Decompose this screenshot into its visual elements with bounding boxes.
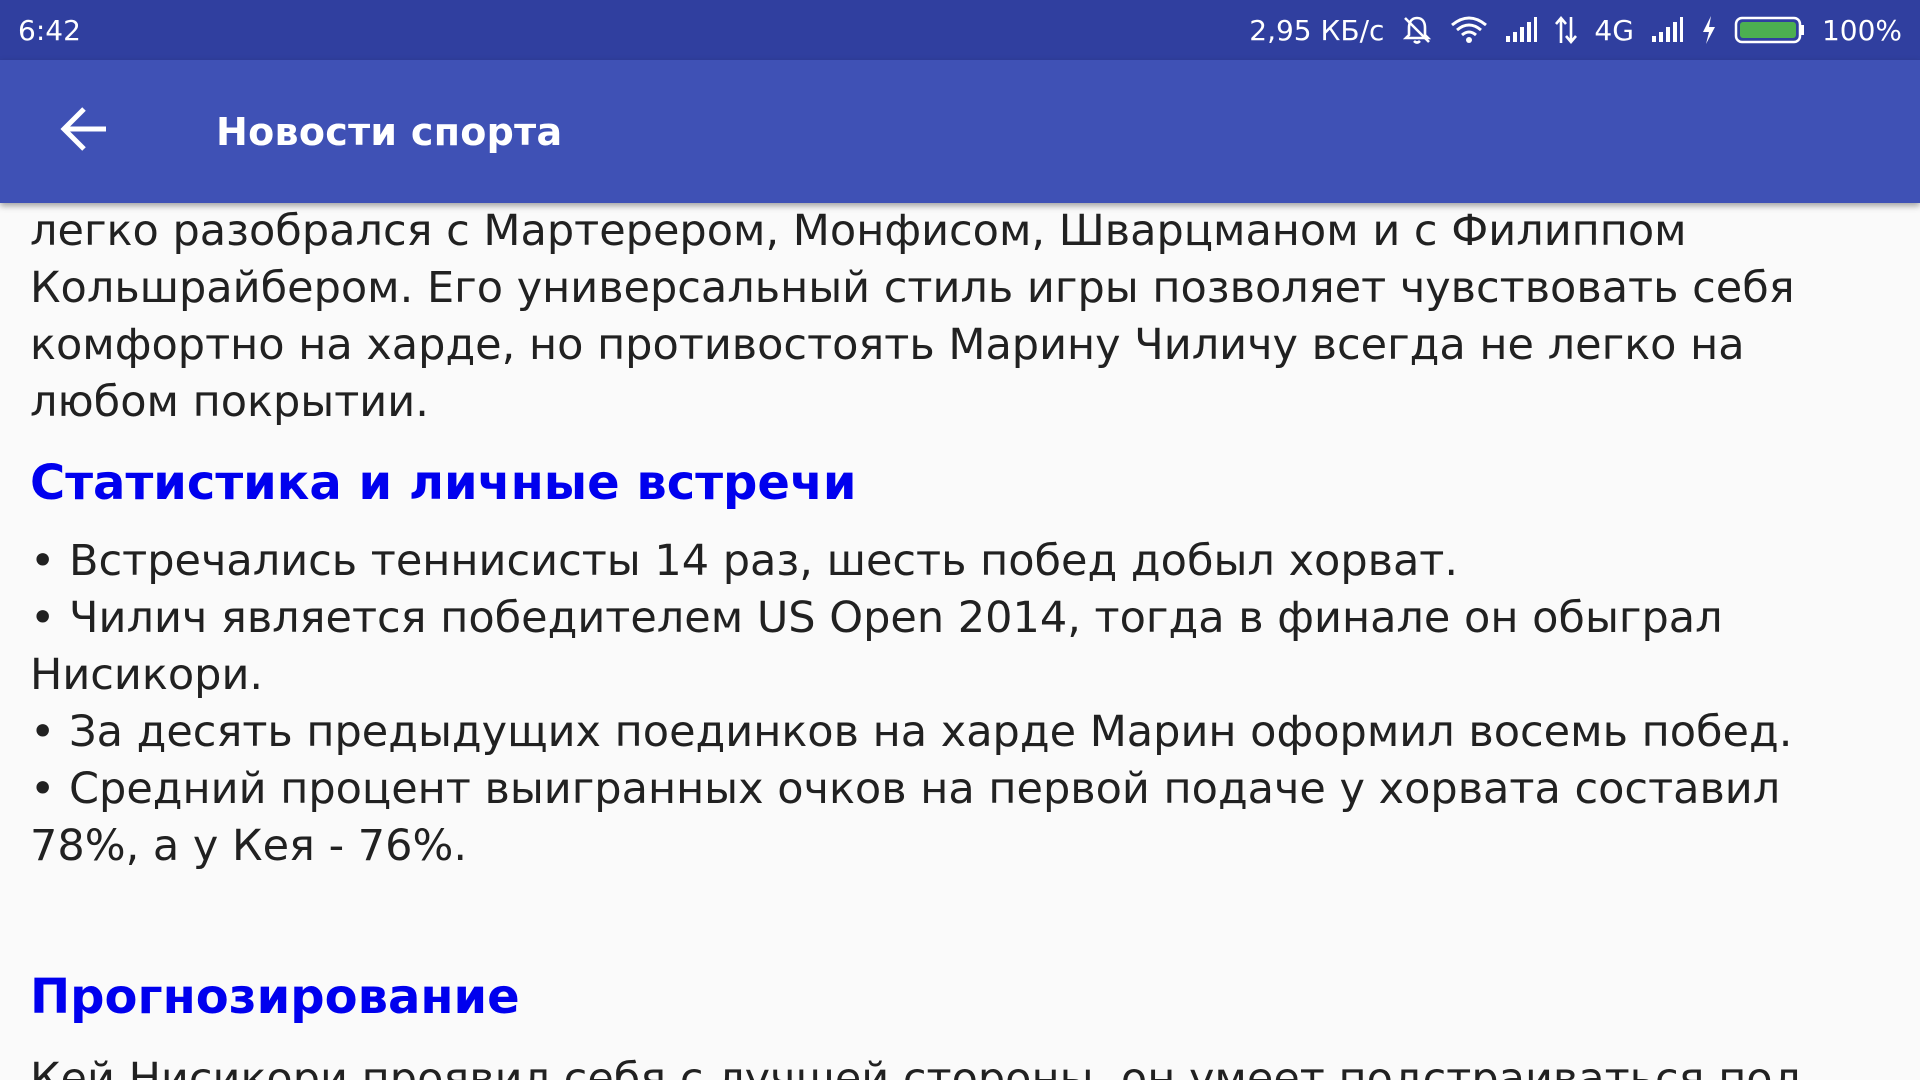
arrow-left-icon [58, 103, 110, 160]
list-item: • За десять предыдущих поединков на хард… [30, 707, 1793, 757]
article-paragraph: легко разобрался с Мартерером, Монфисом,… [30, 206, 1795, 427]
status-time: 6:42 [18, 13, 81, 47]
signal-icon [1504, 16, 1538, 44]
list-item: • Встречались теннисисты 14 раз, шесть п… [30, 536, 1459, 586]
battery-percent: 100% [1821, 13, 1902, 47]
article-body: легко разобрался с Мартерером, Монфисом,… [30, 203, 1890, 1080]
bell-off-icon [1400, 13, 1434, 47]
page-title: Новости спорта [216, 110, 563, 154]
app-bar: Новости спорта [0, 60, 1920, 203]
stats-list: • Встречались теннисисты 14 раз, шесть п… [30, 533, 1890, 875]
list-item: • Средний процент выигранных очков на пе… [30, 764, 1781, 871]
signal-icon [1650, 16, 1684, 44]
battery-icon [1734, 15, 1806, 45]
data-arrows-icon [1554, 15, 1578, 45]
status-bar: 6:42 2,95 КБ/с 4G 100% [0, 0, 1920, 60]
wifi-icon [1450, 15, 1488, 45]
article-paragraph: Кей Нисикори проявил себя с лучшей сторо… [30, 1054, 1803, 1080]
section-heading-stats: Статистика и личные встречи [30, 455, 857, 511]
network-type: 4G [1594, 13, 1634, 47]
charging-icon [1700, 15, 1718, 45]
section-heading-forecast: Прогнозирование [30, 969, 520, 1025]
back-button[interactable] [44, 98, 124, 164]
article-scroll[interactable]: легко разобрался с Мартерером, Монфисом,… [0, 203, 1920, 1080]
list-item: • Чилич является победителем US Open 201… [30, 593, 1723, 700]
network-speed: 2,95 КБ/с [1249, 13, 1385, 47]
status-icons: 2,95 КБ/с 4G 100% [1249, 13, 1902, 47]
